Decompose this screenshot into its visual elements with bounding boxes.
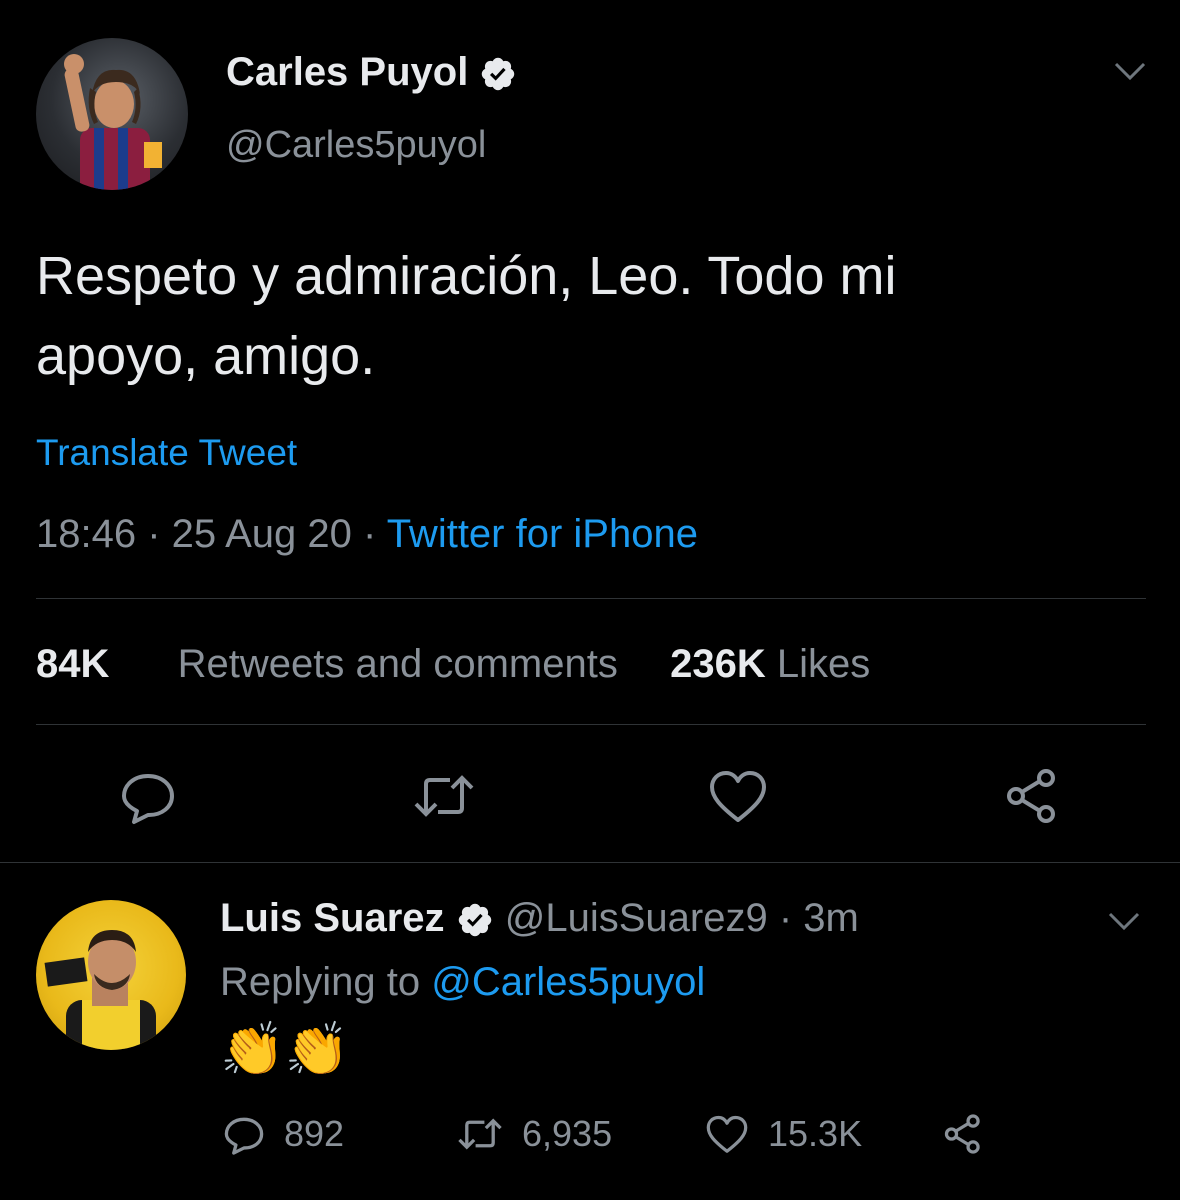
likes-count[interactable]: 236K — [670, 642, 766, 686]
retweet-icon[interactable] — [412, 766, 476, 826]
like-icon — [706, 1115, 748, 1153]
separator-dot: · — [362, 512, 387, 556]
author-name[interactable]: Carles Puyol — [226, 50, 517, 95]
share-icon[interactable] — [1000, 766, 1064, 826]
reply-like-button[interactable]: 15.3K — [704, 1112, 862, 1156]
author-name-text: Carles Puyol — [226, 50, 469, 94]
reply-reply-button[interactable]: 892 — [222, 1112, 344, 1156]
retweets-count[interactable]: 84K — [36, 642, 109, 686]
retweet-icon — [458, 1118, 502, 1150]
likes-label[interactable]: Likes — [777, 642, 870, 686]
tweet-source-link[interactable]: Twitter for iPhone — [387, 512, 698, 556]
replying-to-handle-link[interactable]: @Carles5puyol — [431, 960, 705, 1004]
reply-author-name[interactable]: Luis Suarez — [220, 896, 445, 940]
retweets-label[interactable]: Retweets and comments — [178, 642, 618, 686]
reply-icon — [224, 1117, 264, 1155]
replying-to-label: Replying to — [220, 960, 421, 1004]
share-icon — [944, 1114, 980, 1154]
divider — [0, 862, 1180, 863]
reply-author-avatar[interactable] — [36, 900, 186, 1050]
divider — [36, 724, 1146, 725]
tweet-stats: 84K Retweets and comments 236K Likes — [36, 642, 870, 687]
retweet-count: 6,935 — [522, 1113, 613, 1154]
translate-tweet-link[interactable]: Translate Tweet — [36, 432, 297, 474]
reply-icon[interactable] — [118, 766, 178, 826]
chevron-down-icon[interactable] — [1104, 906, 1144, 936]
author-handle[interactable]: @Carles5puyol — [226, 124, 486, 167]
tweet-meta: 18:46 · 25 Aug 20 · Twitter for iPhone — [36, 512, 698, 557]
like-count: 15.3K — [768, 1113, 863, 1154]
avatar-photo — [44, 930, 156, 1050]
separator-dot: · — [147, 512, 172, 556]
chevron-down-icon[interactable] — [1110, 56, 1150, 86]
replying-to: Replying to @Carles5puyol — [220, 960, 705, 1005]
reply-time[interactable]: 3m — [803, 896, 859, 940]
verified-badge-icon — [482, 58, 515, 91]
tweet-date: 25 Aug 20 — [171, 512, 352, 556]
reply-share-button[interactable] — [940, 1112, 1004, 1156]
reply-author-handle[interactable]: @LuisSuarez9 — [505, 896, 768, 940]
tweet-text-line: Respeto y admiración, Leo. Todo mi — [36, 246, 897, 306]
verified-badge-icon — [458, 904, 491, 937]
divider — [36, 598, 1146, 599]
separator-dot: · — [778, 896, 804, 940]
tweet-time: 18:46 — [36, 512, 137, 556]
reply-count: 892 — [284, 1113, 345, 1154]
tweet-text: Respeto y admiración, Leo. Todo mi apoyo… — [36, 236, 1136, 396]
reply-header: Luis Suarez @LuisSuarez9 · 3m — [220, 896, 859, 941]
avatar-photo — [64, 54, 162, 190]
author-avatar[interactable] — [36, 38, 188, 190]
tweet-text-line: apoyo, amigo. — [36, 326, 376, 386]
reply-retweet-button[interactable]: 6,935 — [456, 1112, 612, 1156]
like-icon[interactable] — [706, 766, 770, 826]
reply-text: 👏👏 — [220, 1021, 350, 1079]
